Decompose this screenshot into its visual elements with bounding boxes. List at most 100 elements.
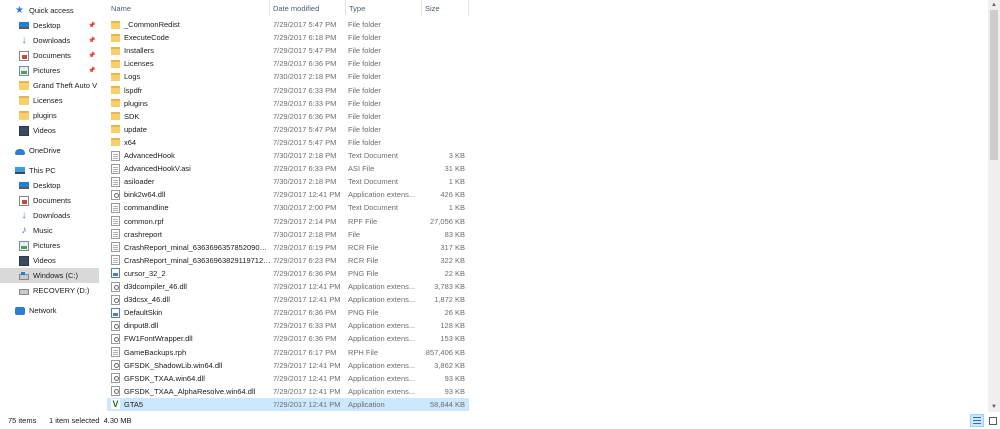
file-row[interactable]: Installers 7/29/2017 5:47 PM File folder xyxy=(107,44,469,57)
navigation-pane[interactable]: ★ Quick access Desktop 📌 ↓ Downloads 📌 Document… xyxy=(0,0,99,412)
nav-item[interactable]: OneDrive xyxy=(0,143,99,158)
file-type-cell: Application extens... xyxy=(348,373,416,383)
nav-item[interactable]: Videos xyxy=(0,123,99,138)
file-size-cell: 22 KB xyxy=(444,268,465,278)
dll-icon xyxy=(111,333,120,344)
column-divider[interactable] xyxy=(468,0,469,16)
file-size-cell xyxy=(420,110,465,123)
file-size-cell xyxy=(420,123,465,136)
nav-item[interactable]: ★ Quick access xyxy=(0,3,99,18)
file-row[interactable]: cursor_32_2 7/29/2017 6:36 PM PNG File 22 K… xyxy=(107,267,469,280)
date-modified-cell: 7/29/2017 5:47 PM xyxy=(273,137,337,147)
date-modified-cell: 7/30/2017 2:18 PM xyxy=(273,151,337,160)
file-row[interactable]: commandline 7/30/2017 2:00 PM Text Documen… xyxy=(107,201,469,214)
nav-item[interactable]: Documents 📌 xyxy=(0,48,99,63)
file-row[interactable]: lspdfr 7/29/2017 6:33 PM File folder xyxy=(107,84,469,97)
nav-item[interactable]: ↓ Downloads 📌 xyxy=(0,33,99,48)
column-header-date-modified[interactable]: Date modified xyxy=(269,0,345,16)
vertical-scrollbar[interactable]: ▲ ▼ xyxy=(988,0,1000,412)
dll-icon xyxy=(111,360,120,371)
file-row[interactable]: _CommonRedist 7/29/2017 5:47 PM File folde… xyxy=(107,18,469,31)
file-type-cell: RPF File xyxy=(348,216,378,226)
file-row[interactable]: d3dcompiler_46.dll 7/29/2017 12:41 PM Appl… xyxy=(107,280,469,293)
nav-item[interactable]: Network xyxy=(0,303,99,318)
file-row[interactable]: DefaultSkin 7/29/2017 6:36 PM PNG File 26 K… xyxy=(107,306,469,319)
nav-item[interactable]: Windows (C:) xyxy=(0,268,99,283)
folder-icon xyxy=(111,112,120,121)
file-row[interactable]: GameBackups.rph 7/29/2017 6:17 PM RPH File… xyxy=(107,346,469,359)
desktop-icon xyxy=(19,22,29,29)
file-row[interactable]: GFSDK_TXAA.win64.dll 7/29/2017 12:41 PM Ap… xyxy=(107,372,469,385)
nav-item[interactable]: Documents xyxy=(0,193,99,208)
windows-drive-icon xyxy=(19,271,29,280)
scroll-down-arrow-icon[interactable]: ▼ xyxy=(988,402,1000,412)
file-name: crashreport xyxy=(124,229,162,239)
file-icon xyxy=(111,229,120,240)
file-row[interactable]: FW1FontWrapper.dll 7/29/2017 6:36 PM Appli… xyxy=(107,332,469,345)
file-row[interactable]: GFSDK_ShadowLib.win64.dll 7/29/2017 12:41… xyxy=(107,359,469,372)
dll-icon xyxy=(111,320,120,331)
nav-item[interactable]: Licenses xyxy=(0,93,99,108)
pin-icon: 📌 xyxy=(88,38,96,44)
file-size-cell: 31 KB xyxy=(444,164,465,174)
file-row[interactable]: x64 7/29/2017 5:47 PM File folder xyxy=(107,136,469,149)
folder-icon xyxy=(19,96,29,105)
file-row[interactable]: ExecuteCode 7/29/2017 6:18 PM File folder xyxy=(107,31,469,44)
file-type-cell: Application extens... xyxy=(348,360,416,370)
file-name-cell: commandline xyxy=(111,201,271,214)
file-type-cell: File folder xyxy=(348,20,381,29)
file-size-cell: 1 KB xyxy=(448,203,465,213)
large-icons-view-button[interactable] xyxy=(986,414,1000,427)
nav-item[interactable]: Grand Theft Auto V xyxy=(0,78,99,93)
file-row[interactable]: d3dcsx_46.dll 7/29/2017 12:41 PM Applicati… xyxy=(107,293,469,306)
file-row[interactable]: AdvancedHookV.asi 7/29/2017 6:33 PM ASI Fi… xyxy=(107,162,469,175)
file-icon xyxy=(111,347,120,357)
file-row[interactable]: common.rpf 7/29/2017 2:14 PM RPF File 27,05… xyxy=(107,215,469,228)
column-header-name[interactable]: Name xyxy=(107,0,269,16)
file-row[interactable]: plugins 7/29/2017 6:33 PM File folder xyxy=(107,97,469,110)
file-row[interactable]: crashreport 7/30/2017 2:18 PM File 83 KB xyxy=(107,228,469,241)
file-row[interactable]: Licenses 7/29/2017 6:36 PM File folder xyxy=(107,57,469,70)
file-row[interactable]: V GTA5 7/29/2017 12:41 PM Application 58,844… xyxy=(107,397,469,411)
nav-item[interactable]: ♪ Music xyxy=(0,223,99,238)
nav-item[interactable]: Pictures xyxy=(0,238,99,253)
file-row[interactable]: AdvancedHook 7/30/2017 2:18 PM Text Docume… xyxy=(107,149,469,162)
nav-item-label: Network xyxy=(29,306,57,315)
nav-item[interactable]: ↓ Downloads xyxy=(0,208,99,223)
file-name-cell: AdvancedHookV.asi xyxy=(111,162,271,175)
file-row[interactable]: CrashReport_minal_636369638291197124....… xyxy=(107,254,469,267)
nav-item[interactable]: plugins xyxy=(0,108,99,123)
videos-icon xyxy=(19,255,29,266)
nav-item[interactable]: Desktop 📌 xyxy=(0,18,99,33)
file-name: x64 xyxy=(124,137,137,147)
network-icon xyxy=(15,306,25,315)
date-modified-cell: 7/29/2017 6:19 PM xyxy=(273,242,337,252)
file-name: AdvancedHookV.asi xyxy=(124,164,191,174)
file-row[interactable]: CrashReport_minal_636369635785209009....… xyxy=(107,241,469,254)
column-header-type[interactable]: Type xyxy=(345,0,421,16)
file-type-cell: Text Document xyxy=(348,203,399,213)
column-header-size[interactable]: Size xyxy=(421,0,469,16)
nav-item[interactable]: This PC xyxy=(0,163,99,178)
file-row[interactable]: bink2w64.dll 7/29/2017 12:41 PM Applicatio… xyxy=(107,188,469,201)
nav-item[interactable]: Desktop xyxy=(0,178,99,193)
file-name-cell: FW1FontWrapper.dll xyxy=(111,332,271,345)
file-row[interactable]: update 7/29/2017 5:47 PM File folder xyxy=(107,123,469,136)
nav-item-label: Downloads xyxy=(33,211,71,220)
scroll-up-arrow-icon[interactable]: ▲ xyxy=(988,0,1000,10)
file-row[interactable]: Logs 7/30/2017 2:18 PM File folder xyxy=(107,70,469,83)
file-type-cell: Application extens... xyxy=(348,295,416,305)
details-view-button[interactable] xyxy=(970,414,984,427)
download-icon: ↓ xyxy=(21,209,27,221)
nav-item[interactable]: Pictures 📌 xyxy=(0,63,99,78)
file-row[interactable]: GFSDK_TXAA_AlphaResolve.win64.dll 7/29/20… xyxy=(107,385,469,398)
documents-icon xyxy=(19,195,29,206)
file-row[interactable]: SDK 7/29/2017 6:36 PM File folder xyxy=(107,110,469,123)
scrollbar-thumb[interactable] xyxy=(990,10,998,160)
file-name: Installers xyxy=(124,46,155,56)
nav-item[interactable]: RECOVERY (D:) xyxy=(0,283,99,298)
nav-item[interactable]: Videos xyxy=(0,253,99,268)
file-icon xyxy=(111,163,120,174)
file-row[interactable]: dinput8.dll 7/29/2017 6:33 PM Application … xyxy=(107,319,469,332)
file-row[interactable]: asiloader 7/30/2017 2:18 PM Text Document 1… xyxy=(107,175,469,188)
